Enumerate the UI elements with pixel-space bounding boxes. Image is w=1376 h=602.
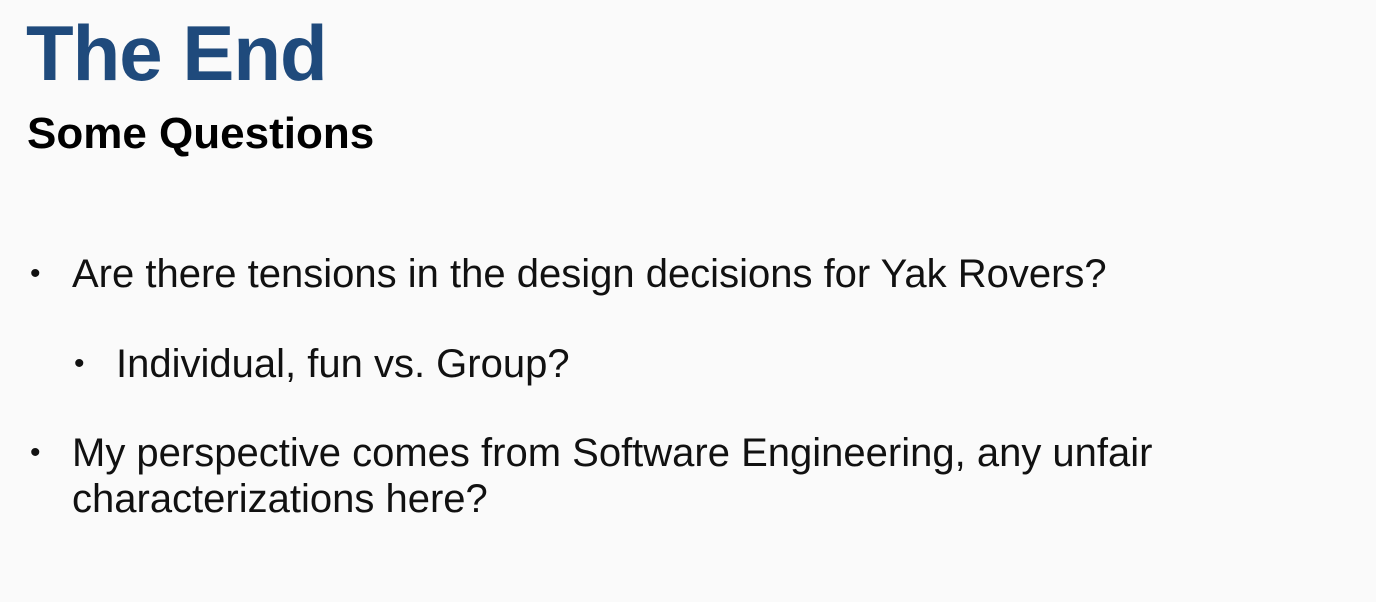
sub-bullet-item: • Individual, fun vs. Group? <box>74 341 1274 387</box>
bullet-item: • Are there tensions in the design decis… <box>30 251 1330 297</box>
bullet-item: • My perspective comes from Software Eng… <box>30 430 1350 522</box>
bullet-dot-icon: • <box>30 436 41 469</box>
bullet-text: Individual, fun vs. Group? <box>116 342 570 386</box>
bullet-dot-icon: • <box>74 347 85 380</box>
slide-title: The End <box>26 9 328 97</box>
slide-subtitle: Some Questions <box>27 109 375 158</box>
slide: The End Some Questions • Are there tensi… <box>0 0 1376 602</box>
bullet-dot-icon: • <box>30 257 41 290</box>
bullet-text: My perspective comes from Software Engin… <box>72 431 1153 521</box>
bullet-text: Are there tensions in the design decisio… <box>72 252 1107 296</box>
